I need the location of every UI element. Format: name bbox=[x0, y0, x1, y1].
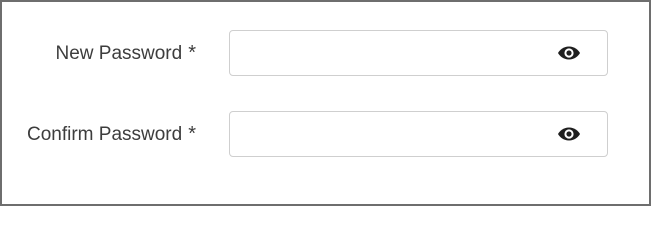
new-password-row: New Password * bbox=[2, 30, 651, 76]
confirm-password-label-text: Confirm Password bbox=[26, 124, 183, 145]
new-password-input[interactable] bbox=[230, 31, 550, 75]
password-form-panel: New Password * Confirm Password * bbox=[0, 0, 651, 206]
eye-icon[interactable] bbox=[557, 43, 581, 63]
new-password-field[interactable] bbox=[229, 30, 608, 76]
new-password-label: New Password * bbox=[55, 30, 196, 76]
confirm-password-input[interactable] bbox=[230, 112, 550, 156]
confirm-password-row: Confirm Password * bbox=[2, 111, 651, 157]
new-password-label-text: New Password bbox=[55, 43, 183, 64]
confirm-password-label: Confirm Password * bbox=[27, 111, 196, 157]
required-asterisk: * bbox=[188, 123, 196, 145]
eye-icon[interactable] bbox=[557, 124, 581, 144]
required-asterisk: * bbox=[188, 42, 196, 64]
confirm-password-field[interactable] bbox=[229, 111, 608, 157]
